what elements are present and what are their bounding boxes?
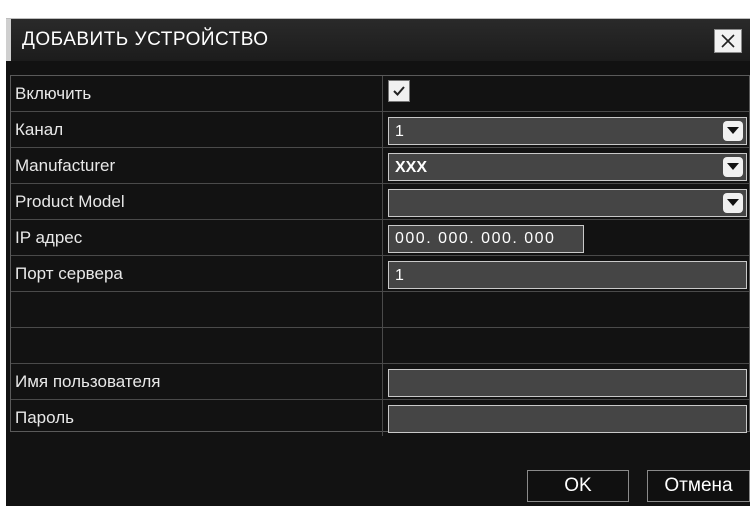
dialog-title: ДОБАВИТЬ УСТРОЙСТВО (22, 29, 269, 50)
channel-label: Канал (15, 120, 64, 139)
password-label: Пароль (15, 408, 74, 427)
dropdown-button[interactable] (723, 121, 743, 141)
enable-label: Включить (15, 84, 92, 103)
chevron-down-icon (727, 199, 739, 206)
close-icon (721, 34, 735, 48)
server-port-field[interactable]: 1 (388, 261, 747, 289)
column-divider (382, 364, 383, 400)
row-password: Пароль (11, 400, 749, 436)
username-field[interactable] (388, 369, 747, 397)
row-server-port: Порт сервера 1 (11, 256, 749, 292)
dropdown-button[interactable] (723, 193, 743, 213)
row-empty-1 (11, 292, 749, 328)
manufacturer-value: XXX (395, 159, 428, 176)
column-divider (382, 112, 383, 148)
add-device-dialog: ДОБАВИТЬ УСТРОЙСТВО Включить Канал 1 Man… (6, 18, 750, 506)
row-ip-address: IP адрес 000. 000. 000. 000 (11, 220, 749, 256)
server-port-label: Порт сервера (15, 264, 123, 283)
checkmark-icon (393, 86, 405, 96)
row-manufacturer: Manufacturer XXX (11, 148, 749, 184)
row-channel: Канал 1 (11, 112, 749, 148)
column-divider (382, 400, 383, 436)
column-divider (382, 292, 383, 328)
row-username: Имя пользователя (11, 364, 749, 400)
enable-checkbox[interactable] (388, 80, 410, 102)
username-label: Имя пользователя (15, 372, 161, 391)
cancel-button[interactable]: Отмена (647, 470, 750, 502)
column-divider (382, 256, 383, 292)
row-enable: Включить (11, 76, 749, 112)
column-divider (382, 76, 383, 112)
settings-table: Включить Канал 1 Manufacturer XXX Produc… (10, 75, 750, 436)
ip-address-label: IP адрес (15, 228, 83, 247)
close-button[interactable] (714, 29, 742, 53)
column-divider (382, 220, 383, 256)
chevron-down-icon (727, 127, 739, 134)
password-field[interactable] (388, 405, 747, 433)
row-product-model: Product Model (11, 184, 749, 220)
product-model-select[interactable] (388, 189, 747, 217)
manufacturer-select[interactable]: XXX (388, 153, 747, 181)
product-model-label: Product Model (15, 192, 125, 211)
column-divider (382, 148, 383, 184)
channel-value: 1 (395, 123, 404, 140)
title-bar-edge (6, 19, 11, 61)
ip-address-field[interactable]: 000. 000. 000. 000 (388, 225, 584, 253)
ok-button[interactable]: OK (527, 470, 629, 502)
chevron-down-icon (727, 163, 739, 170)
row-empty-2 (11, 328, 749, 364)
column-divider (382, 328, 383, 364)
manufacturer-label: Manufacturer (15, 156, 116, 175)
dropdown-button[interactable] (723, 157, 743, 177)
channel-select[interactable]: 1 (388, 117, 747, 145)
column-divider (382, 184, 383, 220)
title-bar: ДОБАВИТЬ УСТРОЙСТВО (6, 18, 750, 61)
